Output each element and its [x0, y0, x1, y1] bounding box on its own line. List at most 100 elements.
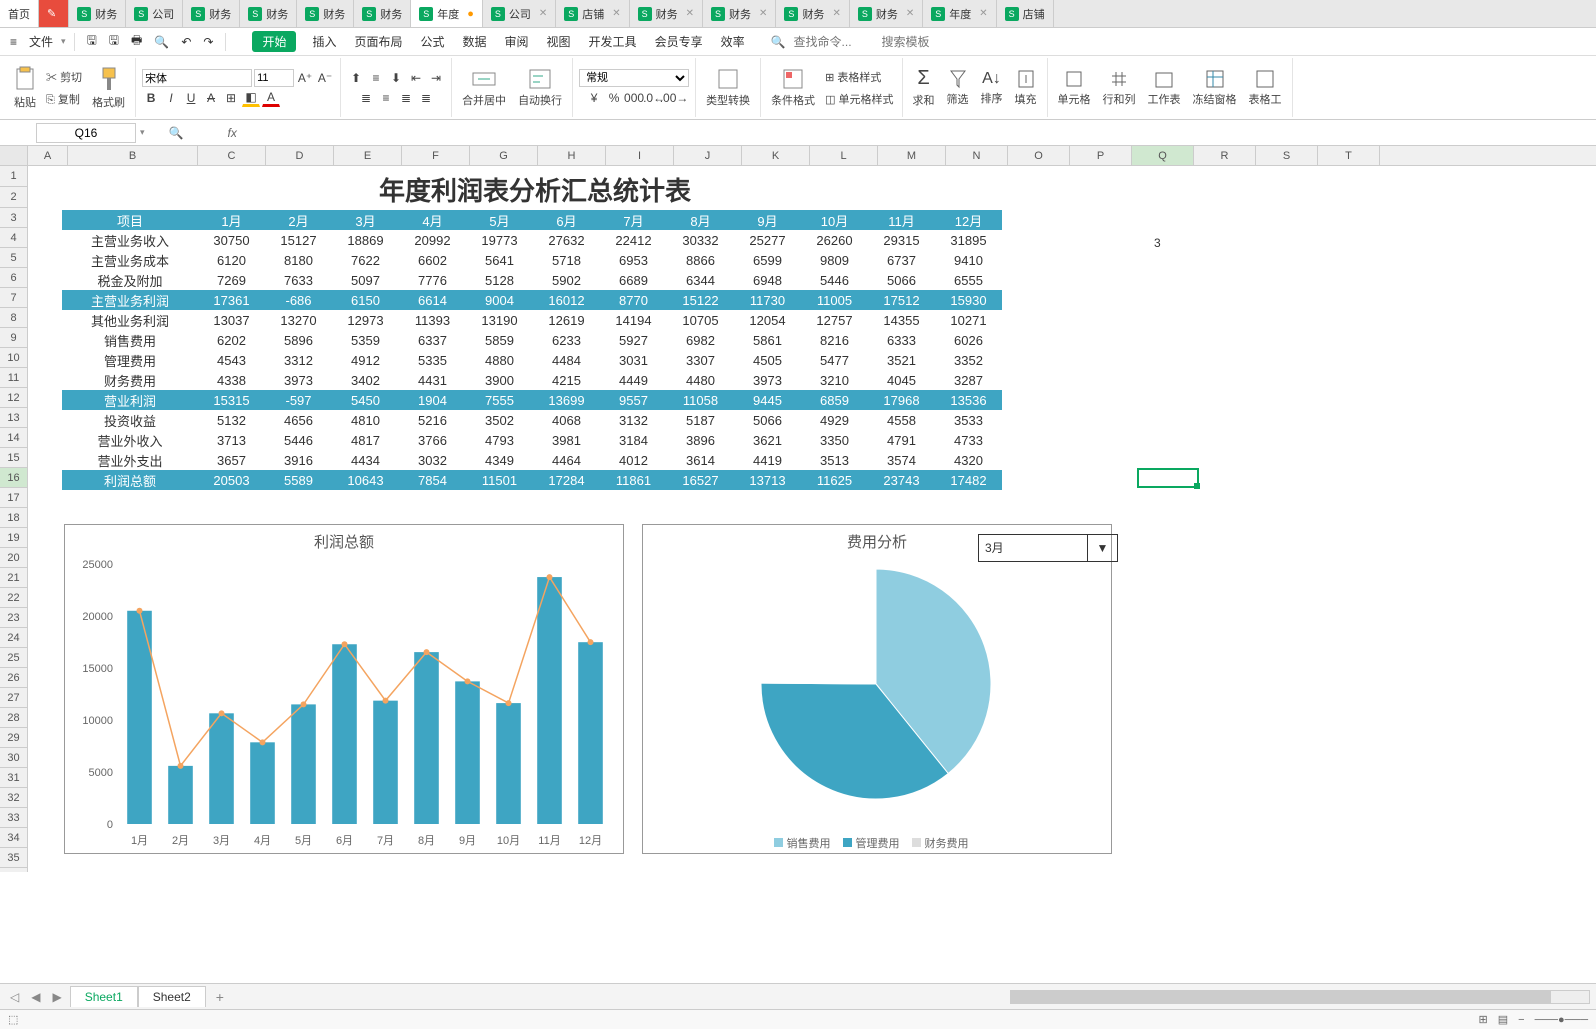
- column-header[interactable]: A: [28, 146, 68, 165]
- sort-button[interactable]: A↓排序: [977, 68, 1007, 108]
- file-menu[interactable]: 文件: [25, 31, 57, 52]
- ribbon-tab[interactable]: 视图: [545, 31, 573, 52]
- cells-grid[interactable]: 年度利润表分析汇总统计表 项目1月2月3月4月5月6月7月8月9月10月11月1…: [28, 166, 1596, 872]
- row-header[interactable]: 34: [0, 828, 27, 848]
- column-header[interactable]: J: [674, 146, 742, 165]
- print-preview-icon[interactable]: 🔍: [150, 33, 173, 51]
- sheet-tab[interactable]: Sheet2: [138, 986, 206, 1007]
- wrap-text-button[interactable]: 自动换行: [514, 66, 566, 110]
- redo-icon[interactable]: ↷: [199, 33, 217, 51]
- document-tab[interactable]: S财务: [183, 0, 240, 27]
- document-tab[interactable]: S财务: [297, 0, 354, 27]
- column-header[interactable]: S: [1256, 146, 1318, 165]
- document-tab[interactable]: S年度●: [411, 0, 483, 27]
- row-header[interactable]: 15: [0, 448, 27, 468]
- column-header[interactable]: P: [1070, 146, 1132, 165]
- row-header[interactable]: 33: [0, 808, 27, 828]
- search-fx-icon[interactable]: 🔍: [169, 126, 184, 140]
- print-icon[interactable]: 🖶: [127, 29, 146, 54]
- row-header[interactable]: 17: [0, 488, 27, 508]
- table-style-button[interactable]: ⊞ 表格样式: [823, 67, 895, 87]
- formula-input[interactable]: [241, 124, 1592, 142]
- row-header[interactable]: 9: [0, 328, 27, 348]
- close-icon[interactable]: ✕: [612, 8, 620, 19]
- align-left-icon[interactable]: ≣: [357, 89, 375, 107]
- currency-icon[interactable]: ¥: [585, 89, 603, 107]
- ribbon-tab[interactable]: 公式: [418, 31, 446, 52]
- row-header[interactable]: 35: [0, 848, 27, 868]
- ribbon-tab[interactable]: 审阅: [503, 31, 531, 52]
- bold-button[interactable]: B: [142, 89, 160, 107]
- cell-style-button[interactable]: ◫ 单元格样式: [823, 89, 895, 109]
- row-header[interactable]: 14: [0, 428, 27, 448]
- sheet-tab[interactable]: Sheet1: [70, 986, 138, 1007]
- row-header[interactable]: 10: [0, 348, 27, 368]
- sheet-nav-first-icon[interactable]: ◁: [6, 990, 23, 1004]
- copy-button[interactable]: ⎘ 复制: [44, 89, 84, 109]
- align-right-icon[interactable]: ≣: [397, 89, 415, 107]
- row-header[interactable]: 13: [0, 408, 27, 428]
- merge-center-button[interactable]: 合并居中: [458, 66, 510, 110]
- filter-button[interactable]: 筛选: [943, 67, 973, 109]
- row-header[interactable]: 8: [0, 308, 27, 328]
- increase-font-icon[interactable]: A⁺: [296, 69, 314, 87]
- column-header[interactable]: R: [1194, 146, 1256, 165]
- fill-color-button[interactable]: ◧: [242, 89, 260, 107]
- row-header[interactable]: 29: [0, 728, 27, 748]
- fx-icon[interactable]: fx: [227, 126, 236, 140]
- undo-icon[interactable]: ↶: [177, 33, 195, 51]
- row-header[interactable]: 22: [0, 588, 27, 608]
- decimal-decrease-icon[interactable]: .00→: [665, 89, 683, 107]
- document-tab[interactable]: S店铺: [997, 0, 1054, 27]
- freeze-panes-button[interactable]: 冻结窗格: [1189, 67, 1241, 109]
- column-header[interactable]: G: [470, 146, 538, 165]
- underline-button[interactable]: U: [182, 89, 200, 107]
- row-header[interactable]: 18: [0, 508, 27, 528]
- indent-decrease-icon[interactable]: ⇤: [407, 69, 425, 87]
- column-header[interactable]: O: [1008, 146, 1070, 165]
- ribbon-tab[interactable]: 页面布局: [352, 31, 404, 52]
- select-all-corner[interactable]: [0, 146, 28, 165]
- decrease-font-icon[interactable]: A⁻: [316, 69, 334, 87]
- paste-button[interactable]: 粘贴: [10, 64, 40, 112]
- hamburger-icon[interactable]: ≡: [6, 33, 21, 51]
- row-header[interactable]: 2: [0, 187, 27, 208]
- close-icon[interactable]: ✕: [832, 8, 840, 19]
- column-header[interactable]: K: [742, 146, 810, 165]
- row-header[interactable]: 23: [0, 608, 27, 628]
- name-box[interactable]: [36, 123, 136, 143]
- number-format-select[interactable]: 常规: [579, 69, 689, 87]
- dropdown-icon[interactable]: ▾: [140, 127, 145, 138]
- type-convert-button[interactable]: 类型转换: [702, 66, 754, 110]
- format-painter-button[interactable]: 格式刷: [88, 64, 129, 112]
- strikethrough-button[interactable]: A: [202, 89, 220, 107]
- document-tab[interactable]: S公司✕: [483, 0, 556, 27]
- row-header[interactable]: 27: [0, 688, 27, 708]
- font-family-select[interactable]: [142, 69, 252, 87]
- column-header[interactable]: M: [878, 146, 946, 165]
- add-sheet-button[interactable]: +: [210, 989, 230, 1005]
- italic-button[interactable]: I: [162, 89, 180, 107]
- document-tab[interactable]: S店铺✕: [556, 0, 629, 27]
- close-icon[interactable]: ✕: [539, 8, 547, 19]
- row-header[interactable]: 31: [0, 768, 27, 788]
- row-header[interactable]: 1: [0, 166, 27, 187]
- row-header[interactable]: 12: [0, 388, 27, 408]
- row-header[interactable]: 16: [0, 468, 27, 488]
- row-header[interactable]: 26: [0, 668, 27, 688]
- chevron-down-icon[interactable]: ▼: [1087, 535, 1117, 561]
- row-header[interactable]: 21: [0, 568, 27, 588]
- row-header[interactable]: 30: [0, 748, 27, 768]
- align-center-icon[interactable]: ≡: [377, 89, 395, 107]
- row-col-button[interactable]: 行和列: [1099, 67, 1140, 109]
- pie-chart-expense[interactable]: 费用分析 销售费用管理费用财务费用: [642, 524, 1112, 854]
- document-tab[interactable]: S财务✕: [630, 0, 703, 27]
- border-button[interactable]: ⊞: [222, 89, 240, 107]
- bar-chart-total-profit[interactable]: 利润总额 05000100001500020000250001月2月3月4月5月…: [64, 524, 624, 854]
- font-size-select[interactable]: [254, 69, 294, 87]
- dropdown-icon[interactable]: ▾: [61, 36, 66, 47]
- row-header[interactable]: 32: [0, 788, 27, 808]
- document-tab[interactable]: S财务✕: [776, 0, 849, 27]
- worksheet-button[interactable]: 工作表: [1144, 67, 1185, 109]
- ribbon-tab[interactable]: 开始: [252, 31, 296, 52]
